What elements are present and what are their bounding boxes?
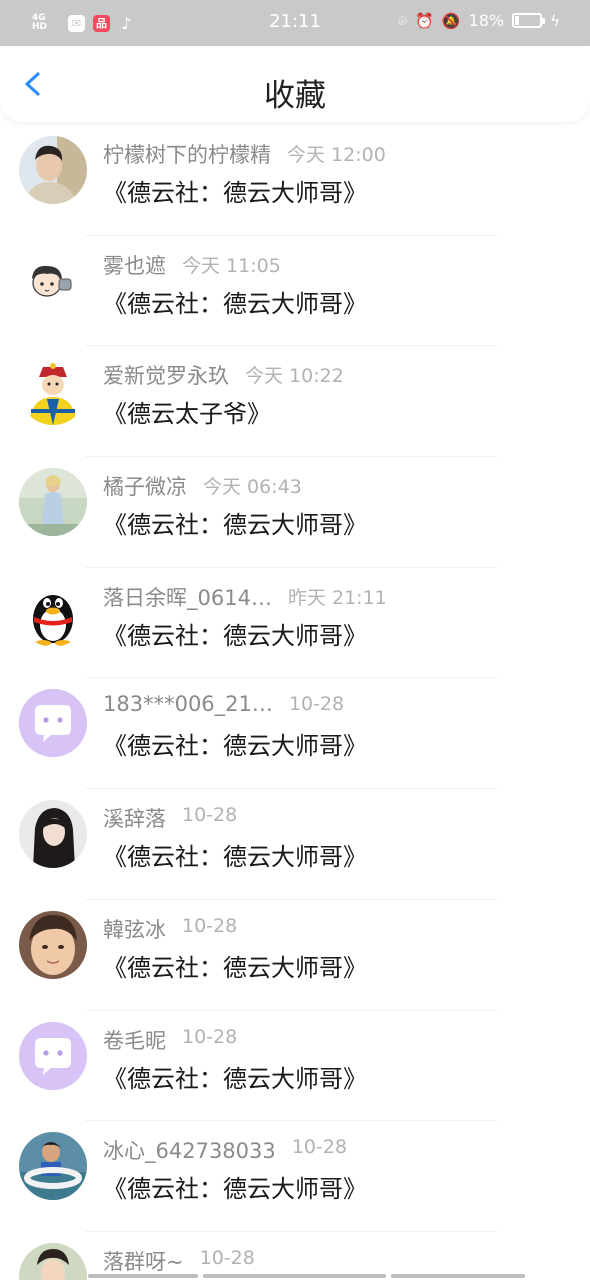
battery-icon — [512, 13, 546, 28]
avatar[interactable] — [19, 800, 87, 869]
avatar[interactable] — [19, 468, 87, 537]
list-item[interactable]: 橘子微凉 今天 06:43 《德云社：德云大师哥》 — [0, 457, 590, 568]
user-name[interactable]: 柠檬树下的柠檬精 — [103, 139, 271, 169]
avatar[interactable] — [19, 1132, 87, 1201]
nav-bar: 收藏 — [0, 46, 590, 122]
item-meta: 落日余晖_0614… 昨天 21:11 — [103, 582, 570, 610]
location-icon: ⌾ — [398, 11, 408, 30]
avatar[interactable] — [19, 246, 87, 315]
avatar[interactable] — [19, 578, 87, 647]
item-meta: 柠檬树下的柠檬精 今天 12:00 — [103, 139, 570, 167]
user-name[interactable]: 爱新觉罗永玖 — [103, 360, 229, 390]
favorite-title[interactable]: 《德云社：德云大师哥》 — [103, 173, 367, 208]
timestamp: 昨天 21:11 — [287, 586, 387, 609]
user-name[interactable]: 雾也遮 — [103, 250, 166, 280]
photo-costume-icon — [19, 1242, 87, 1280]
photo-boy-icon — [19, 136, 87, 204]
item-meta: 爱新觉罗永玖 今天 10:22 — [103, 360, 570, 388]
item-meta: 183***006_21… 10-28 — [103, 692, 570, 720]
status-right: ⌾ ⏰ 🔕 18% ϟ — [398, 11, 560, 30]
photo-girl-face-icon — [19, 910, 87, 979]
list-item[interactable]: 韓弦冰 10-28 《德云社：德云大师哥》 — [0, 900, 590, 1011]
item-meta: 冰心_642738033 10-28 — [103, 1135, 570, 1163]
charging-icon: ϟ — [550, 11, 560, 30]
favorite-title[interactable]: 《德云社：德云大师哥》 — [103, 1169, 367, 1204]
list-item[interactable]: 柠檬树下的柠檬精 今天 12:00 《德云社：德云大师哥》 — [0, 125, 590, 236]
list-item[interactable]: 爱新觉罗永玖 今天 10:22 《德云太子爷》 — [0, 346, 590, 458]
favorite-title[interactable]: 《德云太子爷》 — [103, 394, 271, 429]
emperor-cartoon-icon — [19, 357, 87, 426]
avatar[interactable] — [19, 910, 87, 979]
photo-girl-dark-icon — [19, 800, 87, 869]
indicator-bar — [88, 1274, 198, 1278]
timestamp: 10-28 — [199, 1246, 255, 1269]
favorites-list: 柠檬树下的柠檬精 今天 12:00 《德云社：德云大师哥》 雾也遮 今天 11:05… — [0, 125, 590, 1280]
photo-girl-outdoor-icon — [19, 468, 87, 537]
list-item[interactable]: 卷毛昵 10-28 《德云社：德云大师哥》 — [0, 1011, 590, 1122]
favorite-title[interactable]: 《德云社：德云大师哥》 — [103, 837, 367, 872]
timestamp: 10-28 — [182, 1025, 238, 1048]
favorite-title[interactable]: 《德云社：德云大师哥》 — [103, 948, 367, 983]
user-name[interactable]: 冰心_642738033 — [103, 1135, 276, 1165]
timestamp: 今天 10:22 — [245, 365, 344, 388]
item-meta: 橘子微凉 今天 06:43 — [103, 471, 570, 499]
timestamp: 10-28 — [182, 914, 238, 937]
timestamp: 今天 06:43 — [203, 476, 302, 499]
chat-bubble-icon — [19, 689, 87, 758]
list-item[interactable]: 雾也遮 今天 11:05 《德云社：德云大师哥》 — [0, 236, 590, 347]
avatar[interactable] — [19, 136, 87, 204]
qq-penguin-icon — [19, 578, 87, 647]
favorite-title[interactable]: 《德云社：德云大师哥》 — [103, 1059, 367, 1094]
list-item[interactable]: 冰心_642738033 10-28 《德云社：德云大师哥》 — [0, 1121, 590, 1232]
item-meta: 溪辞落 10-28 — [103, 803, 570, 831]
battery-fill — [515, 16, 520, 25]
item-meta: 落群呀~ 10-28 — [103, 1246, 570, 1274]
item-meta: 雾也遮 今天 11:05 — [103, 250, 570, 278]
favorite-title[interactable]: 《德云社：德云大师哥》 — [103, 284, 367, 319]
user-name[interactable]: 落群呀~ — [103, 1246, 184, 1276]
favorite-title[interactable]: 《德云社：德云大师哥》 — [103, 726, 367, 761]
list-item[interactable]: 183***006_21… 10-28 《德云社：德云大师哥》 — [0, 678, 590, 790]
avatar[interactable] — [19, 1242, 87, 1280]
favorite-title[interactable]: 《德云社：德云大师哥》 — [103, 505, 367, 540]
user-name[interactable]: 橘子微凉 — [103, 471, 187, 501]
indicator-bar — [203, 1274, 386, 1278]
user-name[interactable]: 183***006_21… — [103, 692, 273, 716]
timestamp: 今天 12:00 — [287, 144, 386, 166]
list-item[interactable]: 落日余晖_0614… 昨天 21:11 《德云社：德云大师哥》 — [0, 568, 590, 679]
user-name[interactable]: 韓弦冰 — [103, 914, 166, 944]
photo-child-pool-icon — [19, 1132, 87, 1201]
timestamp: 10-28 — [182, 804, 238, 827]
list-item[interactable]: 溪辞落 10-28 《德云社：德云大师哥》 — [0, 789, 590, 900]
page-title: 收藏 — [264, 78, 326, 114]
avatar[interactable] — [19, 689, 87, 758]
favorite-title[interactable]: 《德云社：德云大师哥》 — [103, 616, 367, 651]
alarm-icon: ⏰ — [415, 11, 434, 30]
cartoon-boy-icon — [19, 246, 87, 315]
item-meta: 卷毛昵 10-28 — [103, 1025, 570, 1053]
mute-icon: 🔕 — [441, 11, 461, 30]
status-bar: 4G HD ✉ 品 ♪ 21:11 ⌾ ⏰ 🔕 18% ϟ — [0, 0, 590, 46]
avatar[interactable] — [19, 357, 87, 426]
chat-bubble-icon — [19, 1021, 87, 1090]
avatar[interactable] — [19, 1021, 87, 1090]
battery-percent: 18% — [468, 11, 505, 30]
timestamp: 今天 11:05 — [182, 254, 281, 277]
list-item[interactable]: 落群呀~ 10-28 — [0, 1232, 590, 1280]
user-name[interactable]: 落日余晖_0614… — [103, 582, 272, 612]
indicator-bar — [391, 1274, 525, 1278]
item-meta: 韓弦冰 10-28 — [103, 914, 570, 942]
timestamp: 10-28 — [288, 693, 345, 716]
timestamp: 10-28 — [291, 1136, 347, 1159]
home-indicator — [88, 1274, 525, 1278]
user-name[interactable]: 溪辞落 — [103, 803, 166, 833]
user-name[interactable]: 卷毛昵 — [103, 1025, 166, 1055]
